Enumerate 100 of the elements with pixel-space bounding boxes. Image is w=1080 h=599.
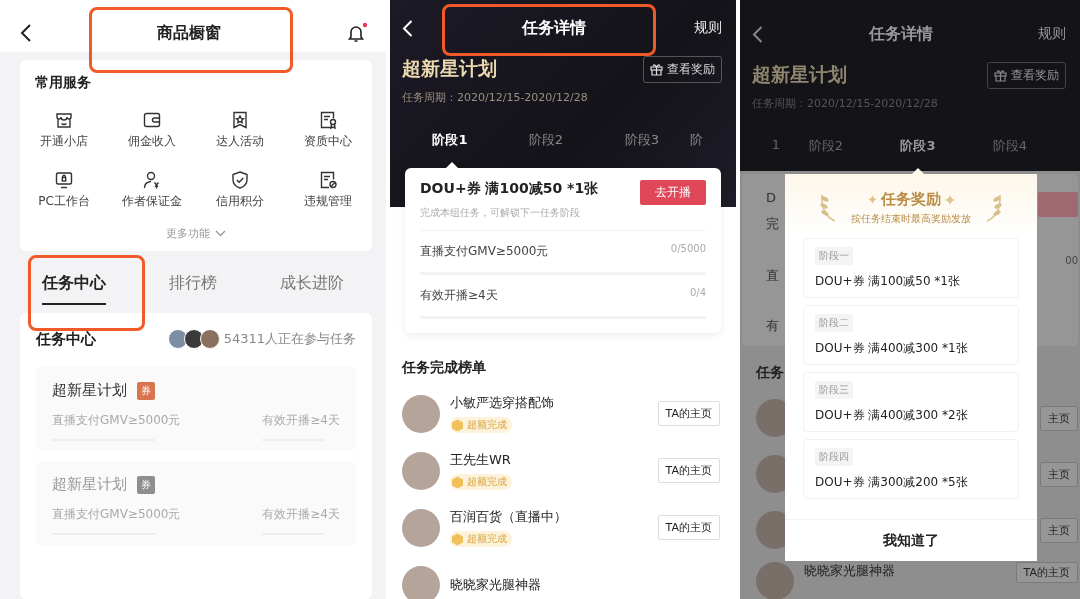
service-item[interactable]: 资质中心 <box>284 110 372 150</box>
page-title: 任务详情 <box>868 23 933 45</box>
dialog-subtitle: 按任务结束时最高奖励发放 <box>851 212 971 226</box>
certificate-icon <box>318 110 338 130</box>
condition-text: 有效开播≥4天 <box>262 506 340 523</box>
task-period: 任务周期：2020/12/15-2020/12/28 <box>402 90 588 105</box>
document-ban-icon <box>318 170 338 190</box>
profile-button[interactable]: 主页 <box>1040 405 1078 431</box>
view-rewards-button[interactable]: 查看奖励 <box>987 62 1066 89</box>
progress-value: 0/4 <box>689 287 706 300</box>
service-label: 达人活动 <box>216 133 264 150</box>
avatar-placeholder <box>402 565 440 599</box>
stage-tab[interactable]: 阶 <box>690 131 703 149</box>
avatar-placeholder <box>199 329 220 349</box>
profile-button[interactable]: TA的主页 <box>657 458 720 483</box>
back-icon[interactable] <box>20 24 32 42</box>
service-label: 作者保证金 <box>122 193 182 210</box>
task-card[interactable]: 超新星计划 券 直播支付GMV≥5000元 有效开播≥4天 <box>36 367 356 451</box>
service-item[interactable]: 信用积分 <box>196 170 284 210</box>
avatar-placeholder <box>183 329 204 349</box>
profile-button[interactable]: TA的主页 <box>1015 562 1078 583</box>
coupon-tag: 券 <box>137 381 155 400</box>
avatar-placeholder <box>402 394 440 433</box>
avatar-placeholder <box>756 562 794 599</box>
section-title: 任务 <box>756 364 784 382</box>
tab[interactable]: 排行榜 <box>169 273 217 305</box>
reward-text: DOU+券 满100减50 *1张 <box>420 180 599 198</box>
monitor-icon <box>54 170 74 190</box>
service-item[interactable]: PC工作台 <box>20 170 108 210</box>
partial-text: D <box>766 190 777 205</box>
rules-link[interactable]: 规则 <box>694 19 722 37</box>
stage-tag: 阶段四 <box>815 448 853 466</box>
start-live-button[interactable]: 去开播 <box>640 180 706 205</box>
task-name: 超新星计划 <box>52 475 127 494</box>
badge-label: 超额完成 <box>467 475 507 489</box>
stage-tab[interactable]: 阶段2 <box>498 131 594 149</box>
profile-button[interactable]: 主页 <box>1040 461 1078 487</box>
profile-button[interactable]: TA的主页 <box>657 515 720 540</box>
laurel-icon <box>819 193 837 223</box>
user-name: 小敏严选穿搭配饰 <box>450 394 555 412</box>
gift-icon <box>650 63 663 76</box>
sparkle-icon <box>867 195 877 204</box>
task-name: 超新星计划 <box>52 381 127 400</box>
stage-tab[interactable]: 阶段3 <box>872 137 964 155</box>
wallet-icon <box>142 110 162 130</box>
tab[interactable]: 成长进阶 <box>280 273 345 305</box>
service-item[interactable]: 达人活动 <box>196 110 284 150</box>
condition-text: 直播支付GMV≥5000元 <box>52 506 181 523</box>
stage-tab[interactable]: 阶段3 <box>594 131 690 149</box>
medal-icon <box>451 532 464 546</box>
progress-value: 0/5000 <box>670 243 706 256</box>
stage-tag: 阶段三 <box>815 381 853 399</box>
user-name: 晓晓家光腿神器 <box>804 562 896 580</box>
section-title: 常用服务 <box>35 74 91 92</box>
gift-icon <box>994 69 1007 82</box>
shield-check-icon <box>230 170 250 190</box>
user-name: 王先生WR <box>450 451 512 469</box>
person-yen-icon <box>142 170 162 190</box>
condition-text: 有效开播≥4天 <box>262 412 340 429</box>
service-item[interactable]: 开通小店 <box>20 110 108 150</box>
plan-title: 超新星计划 <box>752 62 848 87</box>
hint-text: 完成本组任务，可解锁下一任务阶段 <box>420 206 581 220</box>
partial-text: 直 <box>766 267 779 285</box>
service-item[interactable]: 佣金收入 <box>108 110 196 150</box>
start-live-button[interactable] <box>1038 192 1078 217</box>
service-label: 信用积分 <box>216 193 264 210</box>
section-title: 任务中心 <box>36 329 96 349</box>
profile-button[interactable]: TA的主页 <box>657 401 720 426</box>
page-title: 任务详情 <box>521 17 586 39</box>
service-item[interactable]: 作者保证金 <box>108 170 196 210</box>
participant-count: 54311人正在参与任务 <box>223 330 356 348</box>
profile-button[interactable]: 主页 <box>1040 517 1078 543</box>
store-icon <box>54 110 74 130</box>
service-label: PC工作台 <box>38 193 90 210</box>
condition-text: 直播支付GMV≥5000元 <box>52 412 181 429</box>
requirement-text: 直播支付GMV≥5000元 <box>420 243 549 260</box>
service-item[interactable]: 违规管理 <box>284 170 372 210</box>
badge-label: 超额完成 <box>467 418 507 432</box>
reward-text: DOU+券 满100减50 *1张 <box>815 273 960 290</box>
requirement-text: 有效开播≥4天 <box>420 287 498 304</box>
notification-bell-icon[interactable] <box>346 22 368 44</box>
tab[interactable]: 任务中心 <box>41 273 106 305</box>
avatar-placeholder <box>167 329 188 349</box>
chevron-down-icon <box>215 230 226 237</box>
view-rewards-button[interactable]: 查看奖励 <box>643 56 722 83</box>
service-label: 资质中心 <box>304 133 352 150</box>
reward-text: DOU+券 满400减300 *2张 <box>815 407 968 424</box>
medal-icon <box>451 418 464 432</box>
sparkle-icon <box>944 194 955 205</box>
plan-title: 超新星计划 <box>402 56 498 81</box>
reward-text: DOU+券 满400减300 *1张 <box>815 340 968 357</box>
laurel-icon <box>985 193 1003 223</box>
stage-tab[interactable]: 阶段1 <box>402 131 498 149</box>
rules-link[interactable]: 规则 <box>1038 25 1066 43</box>
reward-text: DOU+券 满300减200 *5张 <box>815 474 968 491</box>
partial-text: 有 <box>766 317 779 335</box>
service-label: 开通小店 <box>40 133 88 150</box>
star-card-icon <box>230 110 250 130</box>
coupon-tag: 券 <box>137 475 155 494</box>
section-title: 任务完成榜单 <box>402 359 487 377</box>
